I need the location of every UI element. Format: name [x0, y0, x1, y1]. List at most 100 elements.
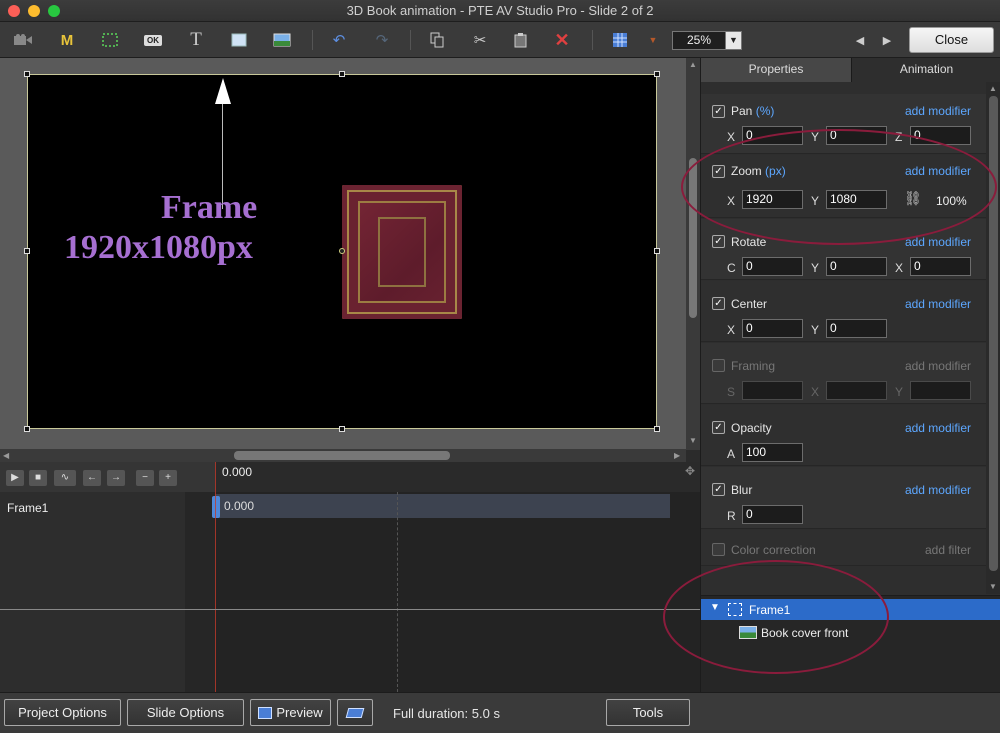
tab-properties[interactable]: Properties [701, 58, 851, 82]
next-slide-icon[interactable]: ▶ [874, 28, 900, 52]
title-bar: 3D Book animation - PTE AV Studio Pro - … [0, 0, 1000, 22]
project-options-button[interactable]: Project Options [4, 699, 121, 726]
blur-r-input[interactable]: 0 [742, 505, 803, 524]
book-cover-image[interactable] [342, 185, 462, 319]
blur-add-modifier-link[interactable]: add modifier [905, 483, 971, 497]
prev-slide-icon[interactable]: ◀ [847, 28, 873, 52]
button-icon[interactable]: OK [140, 28, 166, 52]
framing-y-label: Y [895, 385, 904, 399]
framing-title: Framing [731, 359, 776, 373]
resize-handle[interactable] [339, 426, 345, 432]
paste-icon[interactable] [508, 28, 534, 52]
camera-icon[interactable] [10, 28, 36, 52]
zoom-dropdown-icon[interactable]: ▼ [725, 31, 742, 50]
scroll-right-icon[interactable]: ▶ [674, 451, 680, 460]
rectangle-icon[interactable] [226, 28, 252, 52]
image-icon[interactable] [269, 28, 295, 52]
cut-icon[interactable]: ✂ [467, 28, 493, 52]
play-icon[interactable]: ▶ [6, 470, 24, 486]
playhead[interactable] [215, 462, 216, 692]
center-x-label: X [727, 323, 736, 337]
frame-icon[interactable] [97, 28, 123, 52]
center-checkbox[interactable]: ✓ [712, 297, 725, 310]
rotate-x-input[interactable]: 0 [910, 257, 971, 276]
framing-s-input[interactable] [742, 381, 803, 400]
resize-handle[interactable] [24, 71, 30, 77]
close-window-icon[interactable] [8, 5, 20, 17]
arrow-right-icon[interactable]: → [107, 470, 125, 486]
minimize-window-icon[interactable] [28, 5, 40, 17]
scroll-down-icon[interactable]: ▼ [689, 436, 697, 445]
resize-handle[interactable] [654, 71, 660, 77]
keyframe-marker[interactable] [212, 496, 220, 518]
center-handle[interactable] [339, 248, 345, 254]
pan-title-text: Pan [731, 104, 753, 118]
copy-icon[interactable] [424, 28, 450, 52]
text-icon[interactable]: T [183, 28, 209, 52]
opacity-checkbox[interactable]: ✓ [712, 421, 725, 434]
toolbar-separator [410, 30, 411, 50]
resize-handle[interactable] [24, 248, 30, 254]
track-bar[interactable]: 0.000 [215, 494, 670, 518]
add-filter-link[interactable]: add filter [925, 543, 971, 557]
preview-vertical-scrollbar[interactable]: ▲ ▼ [686, 58, 700, 450]
fullscreen-preview-button[interactable] [337, 699, 373, 726]
resize-handle[interactable] [339, 71, 345, 77]
center-title: Center [731, 297, 768, 311]
rotate-c-input[interactable]: 0 [742, 257, 803, 276]
tools-button[interactable]: Tools [606, 699, 690, 726]
scroll-thumb[interactable] [989, 96, 998, 571]
bottom-bar: Project Options Slide Options Preview Fu… [0, 692, 1000, 733]
framing-s-label: S [727, 385, 736, 399]
scroll-down-icon[interactable]: ▼ [989, 582, 997, 591]
close-button[interactable]: Close [909, 27, 994, 53]
scroll-up-icon[interactable]: ▲ [689, 60, 697, 69]
redo-icon[interactable]: ↷ [369, 28, 395, 52]
pan-checkbox[interactable]: ✓ [712, 105, 725, 118]
arrow-left-icon[interactable]: ← [83, 470, 101, 486]
preview-area: Frame 1920x1080px [0, 58, 686, 450]
opacity-add-modifier-link[interactable]: add modifier [905, 421, 971, 435]
framing-checkbox[interactable] [712, 359, 725, 372]
resize-handle[interactable] [24, 426, 30, 432]
resize-handle[interactable] [654, 248, 660, 254]
delete-icon[interactable]: ✕ [549, 28, 575, 52]
pan-add-modifier-link[interactable]: add modifier [905, 104, 971, 118]
panel-scrollbar[interactable]: ▲ ▼ [986, 82, 1000, 594]
timeline-divider [397, 492, 398, 692]
scroll-thumb[interactable] [234, 451, 450, 460]
grid-icon[interactable] [607, 28, 633, 52]
tab-animation[interactable]: Animation [851, 58, 1000, 82]
m-icon[interactable]: M [54, 28, 80, 52]
preview-button[interactable]: Preview [250, 699, 331, 726]
framing-y-input[interactable] [910, 381, 971, 400]
zoom-level-field[interactable]: 25% [672, 31, 726, 50]
rotate-checkbox[interactable]: ✓ [712, 235, 725, 248]
grid-dropdown-icon[interactable]: ▼ [640, 28, 666, 52]
stop-icon[interactable]: ■ [29, 470, 47, 486]
timeline-ruler[interactable]: 0.000 ✥ [215, 462, 700, 492]
center-x-input[interactable]: 0 [742, 319, 803, 338]
resize-handle[interactable] [654, 426, 660, 432]
maximize-window-icon[interactable] [48, 5, 60, 17]
blur-checkbox[interactable]: ✓ [712, 483, 725, 496]
opacity-a-input[interactable]: 100 [742, 443, 803, 462]
center-y-input[interactable]: 0 [826, 319, 887, 338]
move-icon[interactable]: ✥ [685, 464, 695, 478]
minus-icon[interactable]: − [136, 470, 154, 486]
framing-x-input[interactable] [826, 381, 887, 400]
waveform-icon[interactable]: ∿ [54, 470, 76, 486]
slide-options-button[interactable]: Slide Options [127, 699, 244, 726]
framing-add-modifier-link[interactable]: add modifier [905, 359, 971, 373]
rotate-y-input[interactable]: 0 [826, 257, 887, 276]
scroll-up-icon[interactable]: ▲ [989, 84, 997, 93]
color-correction-checkbox[interactable] [712, 543, 725, 556]
undo-icon[interactable]: ↶ [326, 28, 352, 52]
screen-icon [345, 708, 365, 718]
center-add-modifier-link[interactable]: add modifier [905, 297, 971, 311]
track-label[interactable]: Frame1 [7, 501, 48, 515]
plus-icon[interactable]: + [159, 470, 177, 486]
frame-text-line1: Frame [161, 189, 258, 226]
preview-horizontal-scrollbar[interactable]: ◀ ▶ [0, 449, 686, 462]
scroll-left-icon[interactable]: ◀ [3, 451, 9, 460]
